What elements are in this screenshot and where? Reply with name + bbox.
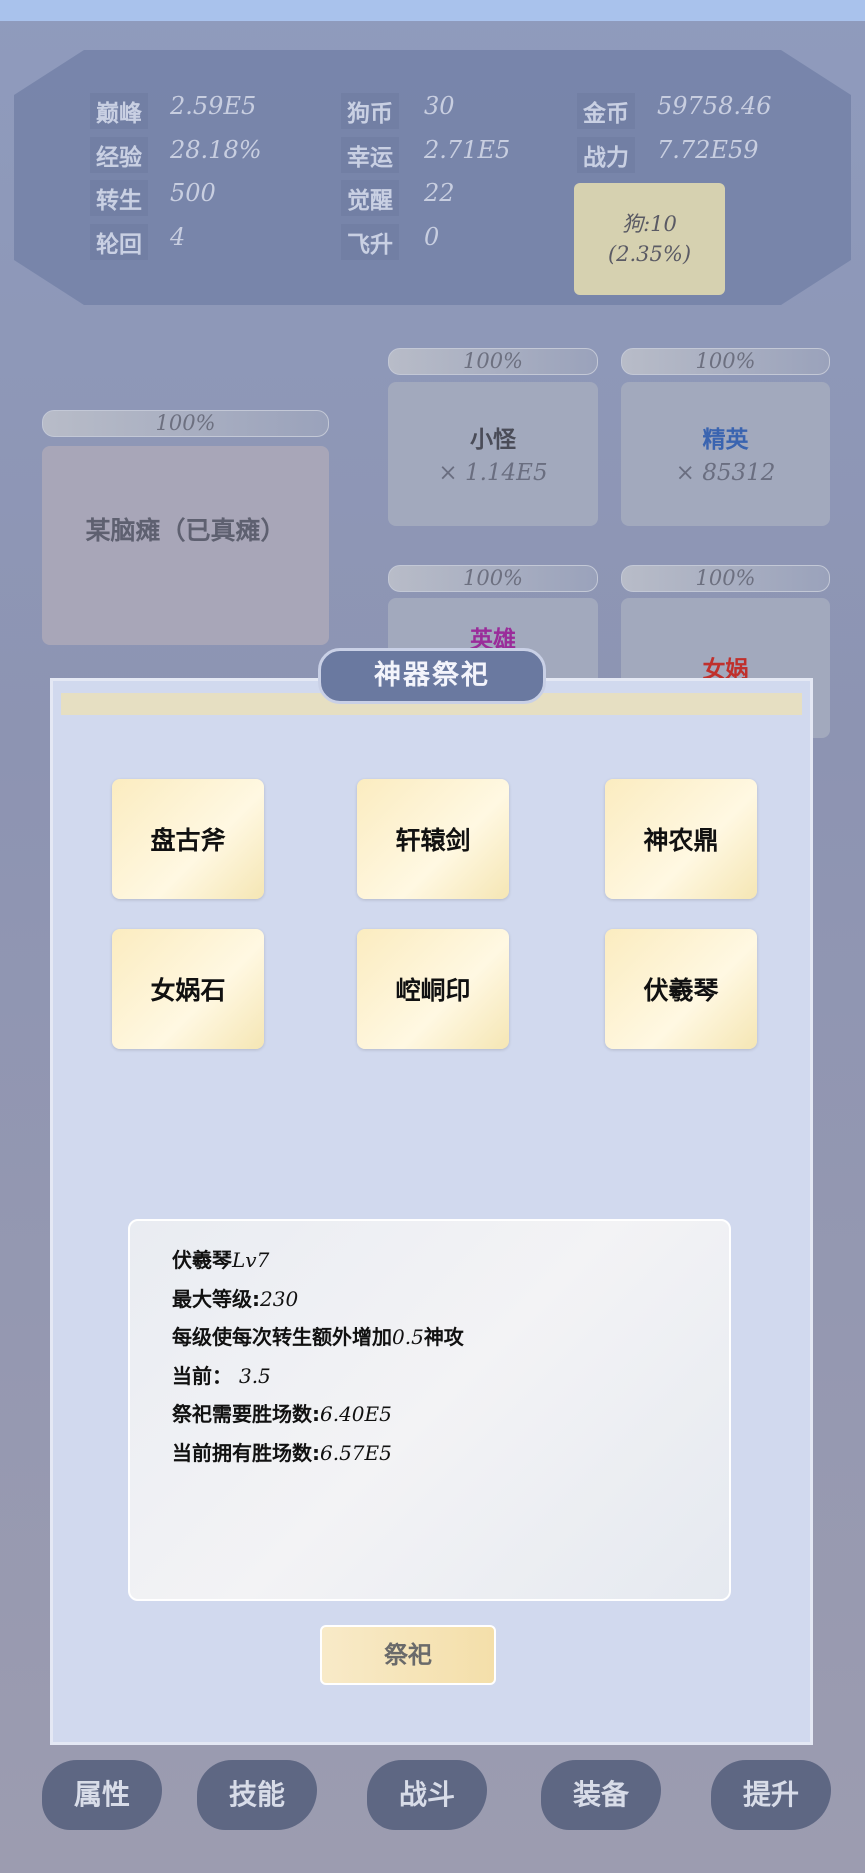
artifact-button[interactable]: 盘古斧 xyxy=(112,779,264,899)
sacrifice-button[interactable]: 祭祀 xyxy=(320,1625,496,1685)
stat-label: 战力 xyxy=(577,137,635,173)
artifact-button[interactable]: 轩辕剑 xyxy=(357,779,509,899)
artifact-button[interactable]: 神农鼎 xyxy=(605,779,757,899)
nav-tab[interactable]: 战斗 xyxy=(367,1760,487,1830)
minion-card[interactable]: 小怪 × 1.14E5 xyxy=(388,382,598,526)
stat-label: 觉醒 xyxy=(341,180,399,216)
info-current: 当前： 3.5 xyxy=(172,1363,271,1388)
stat-label: 金币 xyxy=(577,93,635,129)
info-name: 伏羲琴Lv7 xyxy=(172,1248,270,1272)
artifact-info-panel: 伏羲琴Lv7 最大等级:230 每级使每次转生额外增加0.5神攻 当前： 3.5… xyxy=(128,1219,731,1601)
stat-value: 4 xyxy=(170,223,186,251)
nav-tab[interactable]: 属性 xyxy=(42,1760,162,1830)
artifact-button[interactable]: 崆峒印 xyxy=(357,929,509,1049)
slot3-hp-bar: 100% xyxy=(388,565,598,592)
info-required-wins: 祭祀需要胜场数:6.40E5 xyxy=(172,1402,392,1426)
dog-percent: (2.35%) xyxy=(607,242,692,266)
stat-label: 狗币 xyxy=(341,93,399,129)
artifact-button[interactable]: 伏羲琴 xyxy=(605,929,757,1049)
stats-panel xyxy=(14,50,851,305)
nav-tab[interactable]: 提升 xyxy=(711,1760,831,1830)
elite-card[interactable]: 精英 × 85312 xyxy=(621,382,830,526)
slot4-hp-bar: 100% xyxy=(621,565,830,592)
stat-value: 22 xyxy=(424,179,455,207)
minion-count: × 1.14E5 xyxy=(438,460,548,486)
elite-count: × 85312 xyxy=(675,460,776,486)
elite-name: 精英 xyxy=(702,427,749,453)
nav-tab[interactable]: 技能 xyxy=(197,1760,317,1830)
modal-title: 神器祭祀 xyxy=(318,648,546,704)
info-max-level: 最大等级:230 xyxy=(172,1286,299,1311)
stat-value: 28.18% xyxy=(170,136,262,164)
dog-button[interactable]: 狗:10 (2.35%) xyxy=(574,183,725,295)
stat-label: 巅峰 xyxy=(90,93,148,129)
stat-label: 转生 xyxy=(90,180,148,216)
info-owned-wins: 当前拥有胜场数:6.57E5 xyxy=(172,1440,392,1465)
minion-hp-bar: 100% xyxy=(388,348,598,375)
stat-value: 500 xyxy=(170,179,216,207)
boss-hp-bar: 100% xyxy=(42,410,329,437)
stat-value: 7.72E59 xyxy=(657,136,759,164)
stat-label: 飞升 xyxy=(341,224,399,260)
stat-label: 轮回 xyxy=(90,224,148,260)
top-bar xyxy=(0,0,865,21)
stat-label: 经验 xyxy=(90,137,148,173)
stat-value: 30 xyxy=(424,92,455,120)
stat-value: 2.71E5 xyxy=(424,136,511,164)
dog-level: 狗:10 xyxy=(622,212,677,236)
artifact-button[interactable]: 女娲石 xyxy=(112,929,264,1049)
stat-value: 2.59E5 xyxy=(170,92,257,120)
boss-card[interactable]: 某脑瘫（已真瘫） xyxy=(42,446,329,645)
boss-name: 某脑瘫（已真瘫） xyxy=(85,516,286,545)
stat-label: 幸运 xyxy=(341,137,399,173)
info-description: 每级使每次转生额外增加0.5神攻 xyxy=(172,1325,464,1349)
stat-value: 59758.46 xyxy=(657,92,772,120)
nav-tab[interactable]: 装备 xyxy=(541,1760,661,1830)
minion-name: 小怪 xyxy=(470,427,516,453)
stat-value: 0 xyxy=(424,223,440,251)
elite-hp-bar: 100% xyxy=(621,348,830,375)
